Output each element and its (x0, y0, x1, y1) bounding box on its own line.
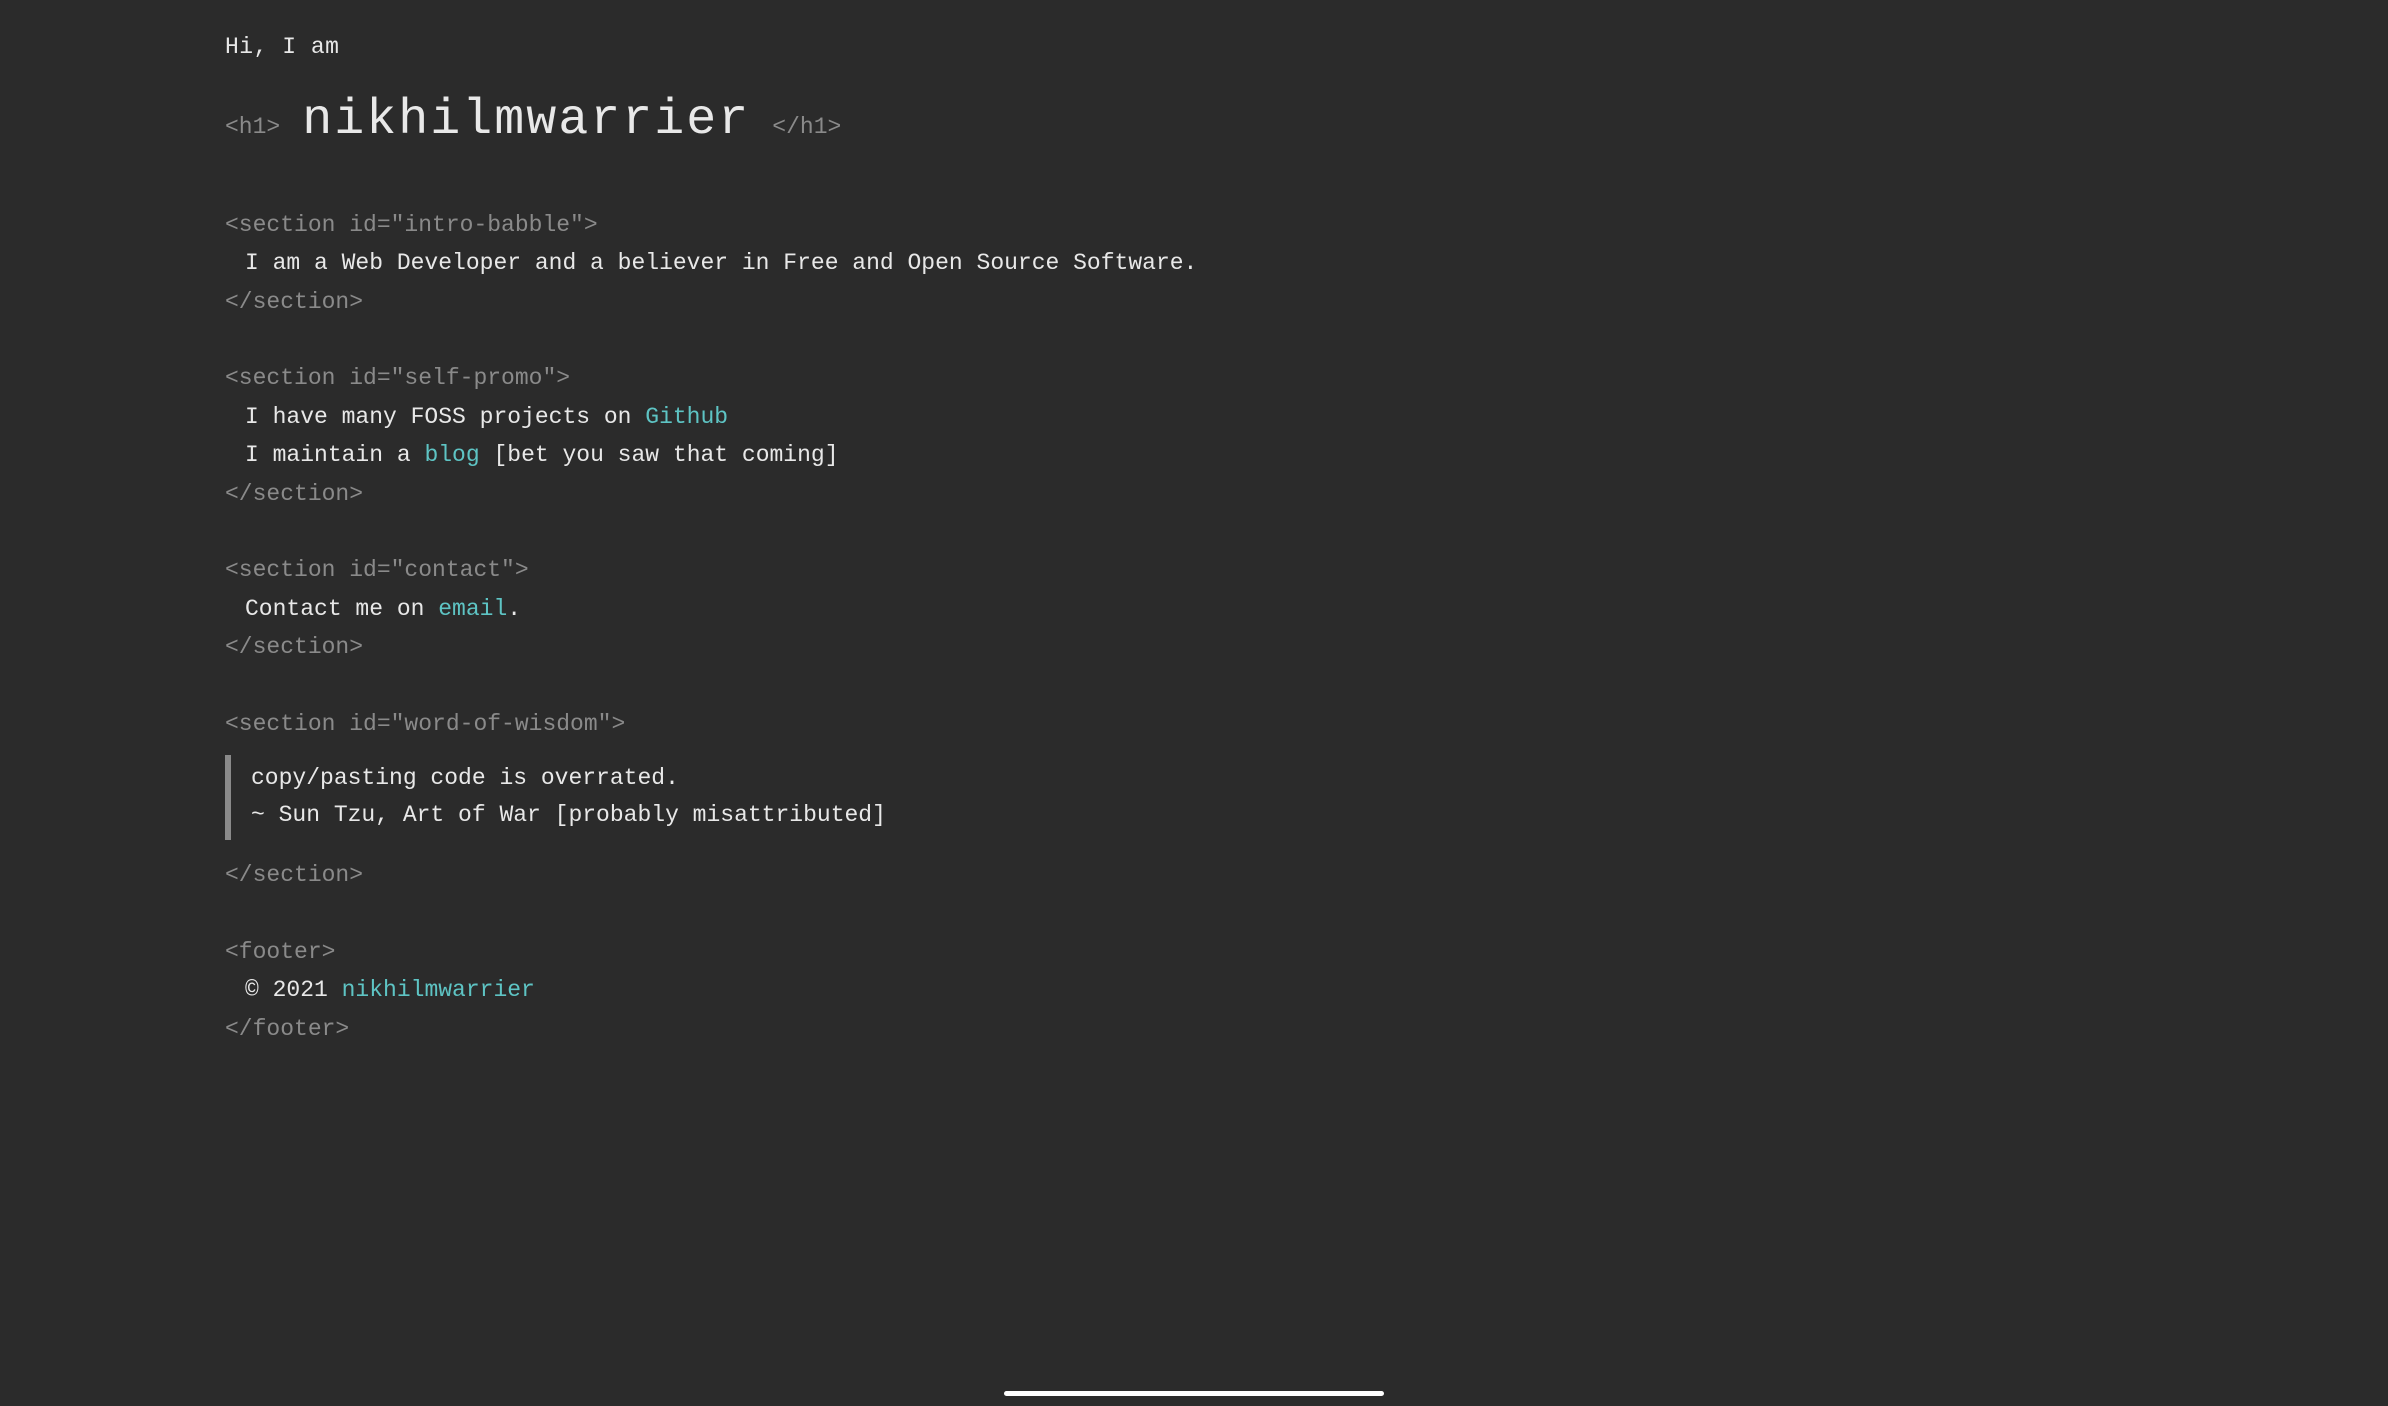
page-title: nikhilmwarrier (302, 83, 750, 158)
section-close-tag: </section> (225, 630, 1425, 665)
heading-row: <h1> nikhilmwarrier </h1> (225, 83, 1425, 158)
section-close-tag: </section> (225, 858, 1425, 893)
self-promo-line2: I maintain a blog [bet you saw that comi… (225, 438, 1425, 473)
wisdom-quote: copy/pasting code is overrated. ~ Sun Tz… (225, 755, 1425, 840)
page-container: Hi, I am <h1> nikhilmwarrier </h1> <sect… (225, 30, 1425, 1046)
section-close-tag: </section> (225, 477, 1425, 512)
section-self-promo: <section id="self-promo"> I have many FO… (225, 361, 1425, 511)
footer-author-link[interactable]: nikhilmwarrier (342, 977, 535, 1003)
section-contact: <section id="contact"> Contact me on ema… (225, 553, 1425, 665)
h1-open-tag: <h1> (225, 110, 280, 145)
text-fragment: [bet you saw that coming] (480, 442, 839, 468)
footer-block: <footer> © 2021 nikhilmwarrier </footer> (225, 935, 1425, 1047)
contact-line: Contact me on email. (225, 592, 1425, 627)
text-fragment: . (507, 596, 521, 622)
email-link[interactable]: email (438, 596, 507, 622)
footer-open-tag: <footer> (225, 935, 1425, 970)
quote-line-2: ~ Sun Tzu, Art of War [probably misattri… (251, 798, 1425, 833)
section-intro-babble: <section id="intro-babble"> I am a Web D… (225, 208, 1425, 320)
footer-copyright: © 2021 nikhilmwarrier (225, 973, 1425, 1008)
horizontal-scrollbar[interactable] (1004, 1391, 1384, 1396)
text-fragment: Contact me on (245, 596, 438, 622)
self-promo-line1: I have many FOSS projects on Github (225, 400, 1425, 435)
intro-babble-text: I am a Web Developer and a believer in F… (225, 246, 1425, 281)
intro-text: Hi, I am (225, 30, 1425, 65)
section-open-tag: <section id="intro-babble"> (225, 208, 1425, 243)
section-word-of-wisdom: <section id="word-of-wisdom"> copy/pasti… (225, 707, 1425, 893)
section-open-tag: <section id="word-of-wisdom"> (225, 707, 1425, 742)
section-open-tag: <section id="self-promo"> (225, 361, 1425, 396)
text-fragment: I have many FOSS projects on (245, 404, 645, 430)
section-open-tag: <section id="contact"> (225, 553, 1425, 588)
footer-close-tag: </footer> (225, 1012, 1425, 1047)
blog-link[interactable]: blog (424, 442, 479, 468)
text-fragment: © 2021 (245, 977, 342, 1003)
text-fragment: I maintain a (245, 442, 424, 468)
h1-close-tag: </h1> (772, 110, 841, 145)
quote-line-1: copy/pasting code is overrated. (251, 761, 1425, 796)
github-link[interactable]: Github (645, 404, 728, 430)
section-close-tag: </section> (225, 285, 1425, 320)
